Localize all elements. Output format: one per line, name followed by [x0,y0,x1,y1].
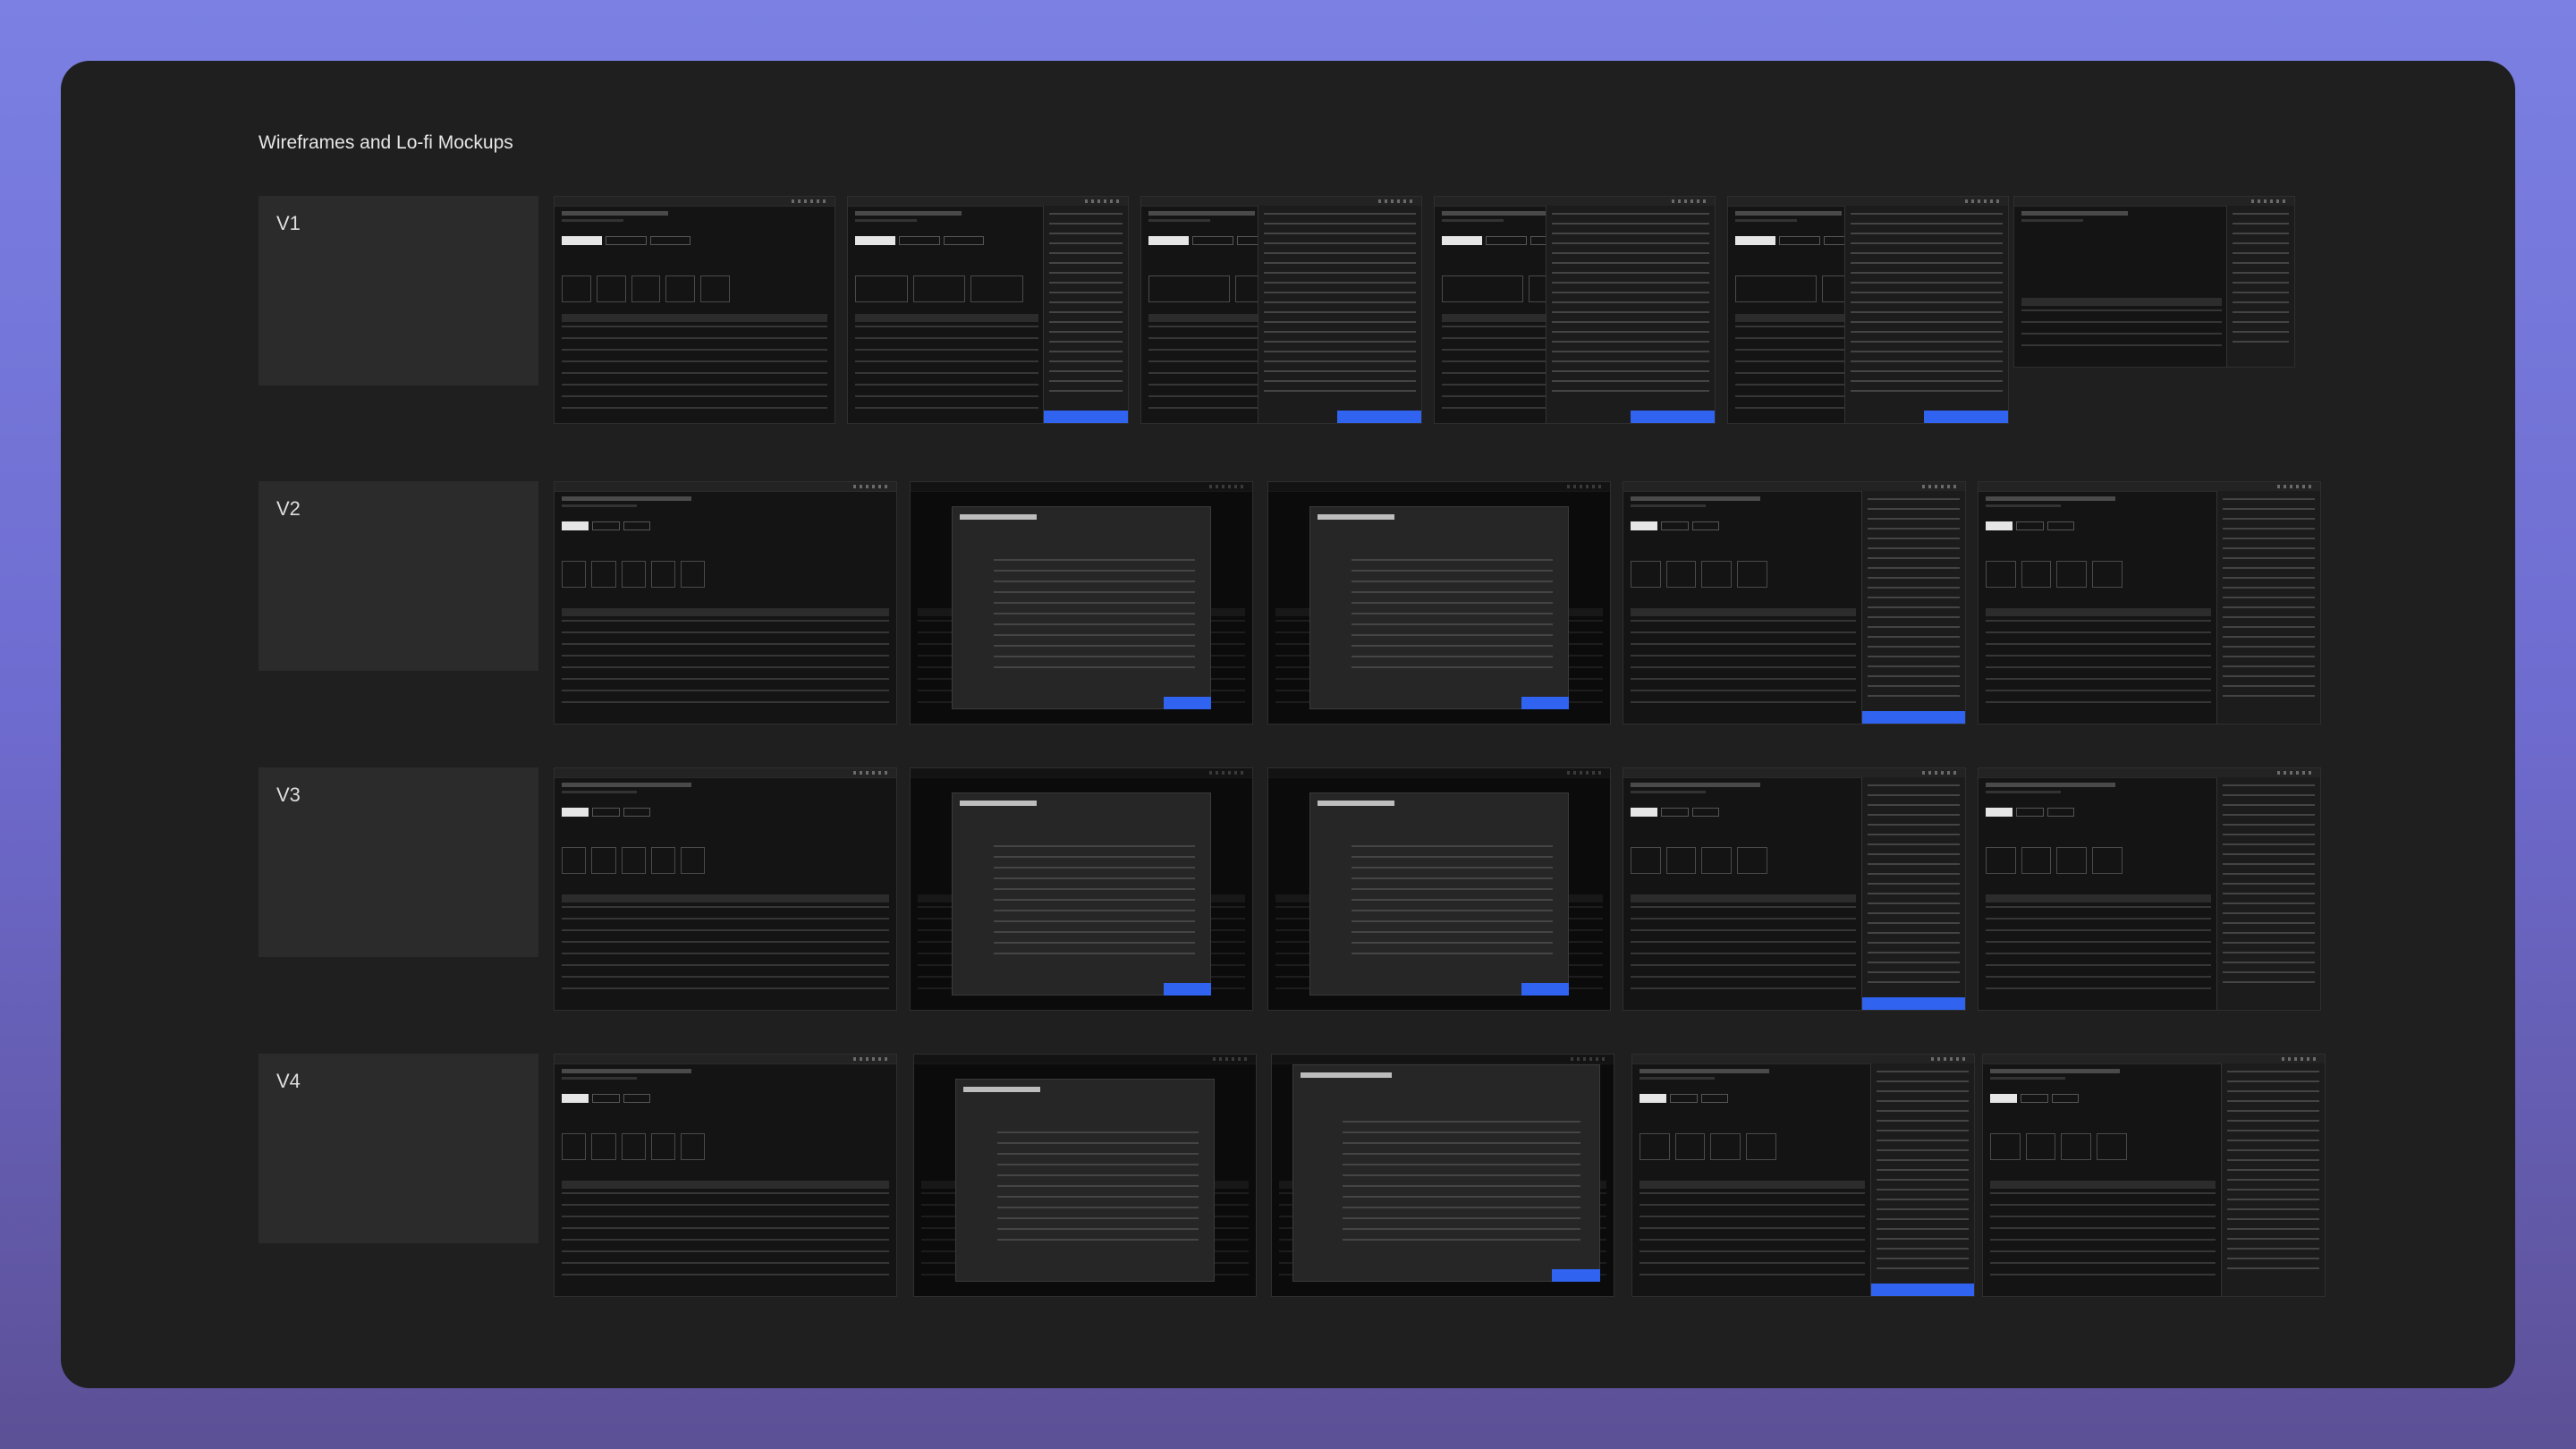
mockups-board: Wireframes and Lo-fi Mockups V1 V2 V3 V4 [61,61,2515,1388]
version-label-box: V3 [258,767,538,957]
wireframe-thumbnail[interactable] [1623,481,1966,724]
version-label-box: V4 [258,1054,538,1243]
wireframe-thumbnail[interactable] [1978,767,2321,1011]
wireframe-thumbnail[interactable] [1140,196,1422,424]
wireframe-thumbnail[interactable] [1631,1054,1975,1297]
wireframe-thumbnail[interactable] [910,767,1253,1011]
board-title: Wireframes and Lo-fi Mockups [258,132,513,153]
version-label: V4 [276,1070,301,1092]
wireframe-thumbnail[interactable] [910,481,1253,724]
wireframe-thumbnail[interactable] [913,1054,1257,1297]
wireframe-thumbnail[interactable] [1978,481,2321,724]
wireframe-thumbnail[interactable] [2013,196,2295,368]
wireframe-thumbnail[interactable] [554,481,897,724]
version-label-box: V2 [258,481,538,671]
wireframe-thumbnail[interactable] [1982,1054,2326,1297]
wireframe-thumbnail[interactable] [1267,481,1611,724]
wireframe-thumbnail[interactable] [1727,196,2009,424]
wireframe-thumbnail[interactable] [554,196,835,424]
wireframe-thumbnail[interactable] [1271,1054,1614,1297]
wireframe-thumbnail[interactable] [554,767,897,1011]
wireframe-thumbnail[interactable] [1434,196,1716,424]
version-label: V3 [276,784,301,806]
version-label: V1 [276,212,301,234]
wireframe-thumbnail[interactable] [1267,767,1611,1011]
wireframe-thumbnail[interactable] [554,1054,897,1297]
version-label-box: V1 [258,196,538,386]
wireframe-thumbnail[interactable] [1623,767,1966,1011]
version-label: V2 [276,497,301,520]
wireframe-thumbnail[interactable] [847,196,1129,424]
